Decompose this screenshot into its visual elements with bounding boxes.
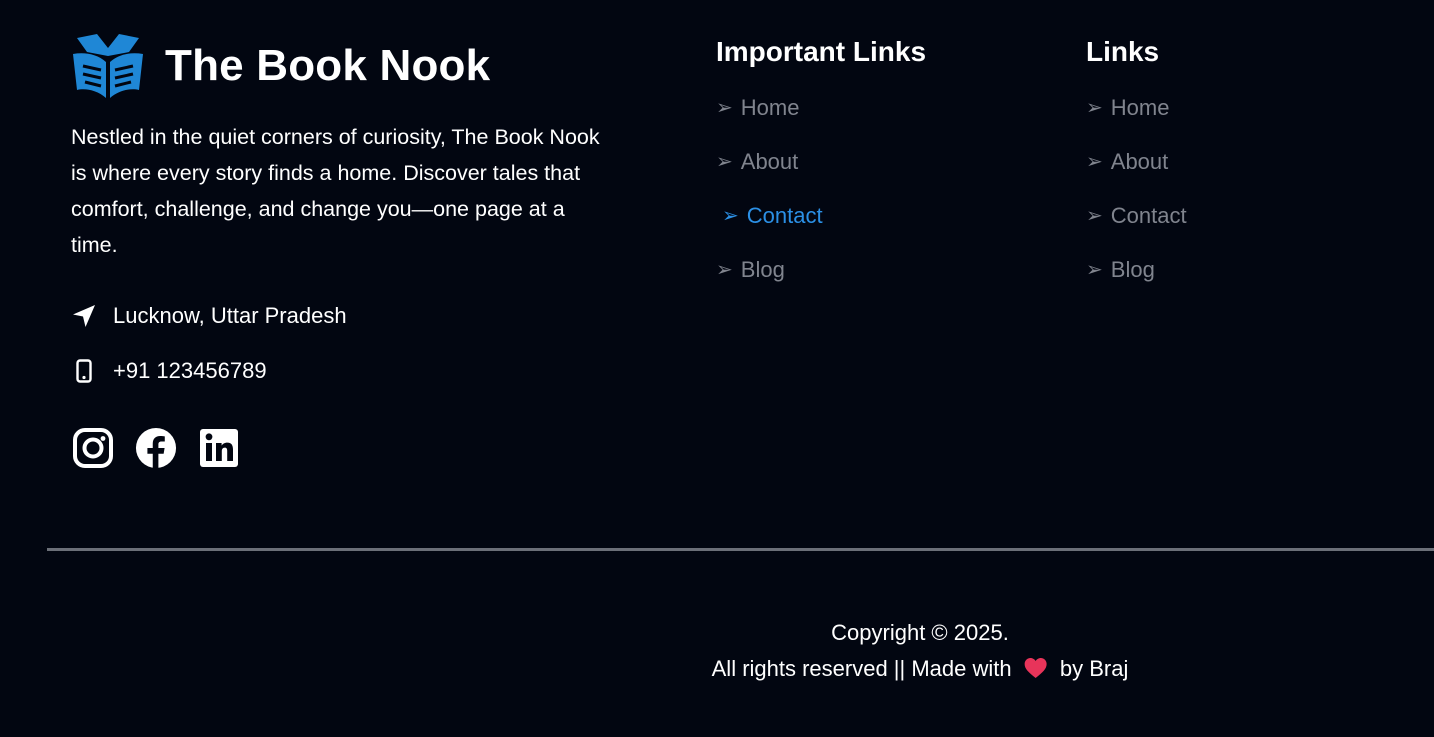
link-blog[interactable]: ➢ Blog	[1086, 257, 1187, 311]
copyright-block: Copyright © 2025. All rights reserved ||…	[712, 615, 1129, 687]
arrow-right-icon: ➢	[1086, 151, 1103, 173]
important-links-list: ➢ Home ➢ About ➢ Contact ➢ Blog	[716, 95, 926, 311]
linkedin-icon[interactable]	[198, 426, 240, 470]
important-link-contact[interactable]: ➢ Contact	[716, 203, 926, 257]
facebook-icon[interactable]	[135, 426, 177, 470]
contact-location: Lucknow, Uttar Pradesh	[71, 303, 347, 329]
arrow-right-icon: ➢	[722, 205, 739, 227]
arrow-right-icon: ➢	[716, 97, 733, 119]
location-arrow-icon	[71, 303, 97, 329]
links-title: Links	[1086, 36, 1160, 67]
heart-icon	[1024, 658, 1047, 678]
important-links-column: Important Links ➢ Home ➢ About ➢ Contact…	[716, 33, 926, 311]
important-link-blog[interactable]: ➢ Blog	[716, 257, 926, 311]
rights-suffix: by Braj	[1059, 656, 1129, 681]
open-book-reader-icon	[73, 34, 143, 98]
site-footer: The Book Nook Nestled in the quiet corne…	[0, 0, 1434, 737]
brand-name: The Book Nook	[165, 41, 491, 90]
link-about[interactable]: ➢ About	[1086, 149, 1187, 203]
location-text: Lucknow, Uttar Pradesh	[113, 303, 347, 328]
important-links-title: Important Links	[716, 36, 927, 67]
rights-prefix: All rights reserved || Made with	[711, 656, 1012, 681]
link-contact[interactable]: ➢ Contact	[1086, 203, 1187, 257]
arrow-right-icon: ➢	[716, 259, 733, 281]
arrow-right-icon: ➢	[1086, 259, 1103, 281]
arrow-right-icon: ➢	[1086, 97, 1103, 119]
arrow-right-icon: ➢	[716, 151, 733, 173]
instagram-icon[interactable]	[72, 426, 114, 470]
social-links	[72, 426, 240, 470]
links-column: Links ➢ Home ➢ About ➢ Contact ➢ Blog	[1086, 33, 1187, 311]
link-home[interactable]: ➢ Home	[1086, 95, 1187, 149]
contact-phone: +91 123456789	[71, 358, 267, 384]
copyright-line: Copyright © 2025.	[831, 620, 1009, 645]
footer-divider	[47, 548, 1434, 551]
links-list: ➢ Home ➢ About ➢ Contact ➢ Blog	[1086, 95, 1187, 311]
important-link-about[interactable]: ➢ About	[716, 149, 926, 203]
brand[interactable]: The Book Nook	[71, 32, 490, 100]
arrow-right-icon: ➢	[1086, 205, 1103, 227]
important-link-home[interactable]: ➢ Home	[716, 95, 926, 149]
rights-line: All rights reserved || Made with by Braj	[712, 651, 1129, 687]
about-text: Nestled in the quiet corners of curiosit…	[71, 125, 600, 257]
mobile-phone-icon	[71, 358, 97, 384]
phone-text: +91 123456789	[113, 358, 267, 383]
